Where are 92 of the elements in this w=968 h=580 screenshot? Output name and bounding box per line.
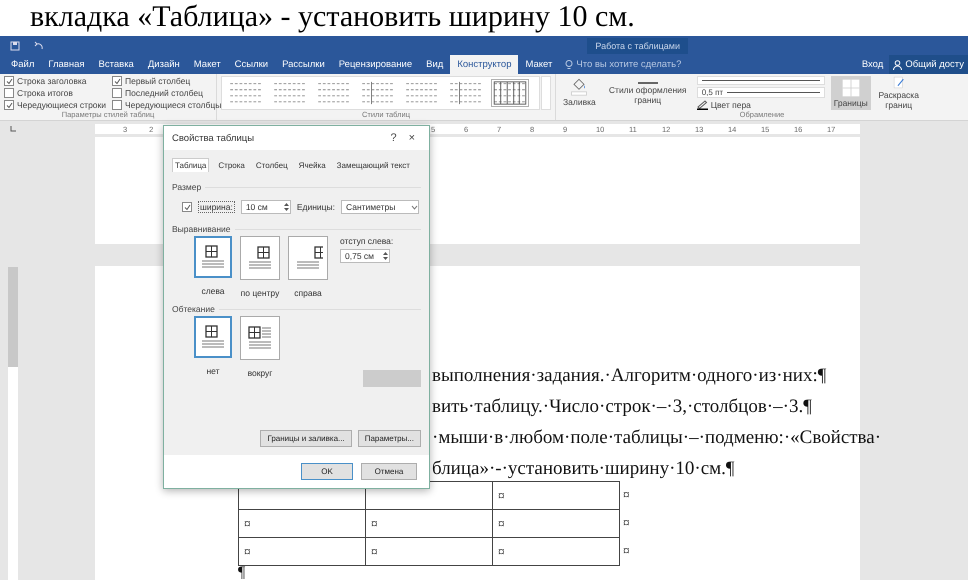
wrapping-option[interactable]: [194, 316, 232, 358]
line-style-dropdown[interactable]: [696, 76, 825, 85]
checkbox[interactable]: [4, 76, 14, 86]
checkbox[interactable]: [4, 100, 14, 110]
ok-button[interactable]: OK: [301, 463, 353, 480]
body-text-line: вить·таблицу.·Число·строк·–·3,·столбцов·–·3.¶: [432, 395, 812, 419]
tab-selector-icon[interactable]: [8, 125, 16, 133]
table-style-thumbnail[interactable]: [360, 80, 396, 106]
border-painter-button[interactable]: Раскраска границ: [876, 76, 921, 110]
indent-label: отступ слева:: [340, 236, 394, 246]
ribbon-tab[interactable]: Вставка: [92, 55, 141, 74]
undo-icon[interactable]: [34, 40, 44, 50]
gallery-scrollbar[interactable]: [541, 76, 551, 110]
row-end-mark: ¤: [623, 543, 630, 559]
alignment-option[interactable]: [194, 236, 232, 278]
spinner-icon[interactable]: [282, 201, 290, 213]
caption-text: вкладка «Таблица» - установить ширину 10 см.: [30, 0, 636, 34]
ribbon-tab[interactable]: Рассылки: [275, 55, 332, 74]
borders-shading-button[interactable]: Границы и заливка...: [260, 430, 352, 447]
dialog-tab[interactable]: Таблица: [172, 158, 210, 172]
close-button[interactable]: ×: [402, 132, 421, 144]
checkbox-label: Строка заголовка: [17, 76, 86, 86]
tell-me-field[interactable]: Что вы хотите сделать?: [576, 59, 682, 70]
ribbon-tab[interactable]: Рецензирование: [332, 55, 420, 74]
dialog-title: Свойства таблицы: [172, 132, 254, 144]
dialog-tab[interactable]: Столбец: [254, 158, 290, 172]
person-icon: [893, 60, 902, 70]
border-styles-button[interactable]: Стили оформления границ: [604, 76, 691, 110]
save-icon[interactable]: [10, 40, 20, 50]
wrapping-option[interactable]: [240, 316, 280, 360]
alignment-option[interactable]: [288, 236, 328, 280]
borders-button[interactable]: Границы: [830, 76, 871, 110]
checkbox-label: Строка итогов: [17, 88, 73, 98]
pen-icon: [696, 100, 708, 110]
checkbox[interactable]: [112, 76, 122, 86]
units-dropdown[interactable]: Сантиметры: [341, 200, 419, 214]
ribbon-tab[interactable]: Конструктор: [450, 55, 518, 74]
option-label: справа: [294, 288, 322, 298]
ribbon-tab[interactable]: Вид: [419, 55, 450, 74]
ribbon-tab[interactable]: Дизайн: [140, 55, 187, 74]
borders-icon: [840, 78, 861, 98]
section-label: Выравнивание: [172, 224, 231, 234]
table-cell: ¤: [492, 481, 620, 510]
alignment-option[interactable]: [240, 236, 280, 280]
body-text-line: блица»·-·установить·ширину·10·см.¶: [432, 457, 735, 481]
ribbon-tab[interactable]: Макет: [518, 55, 560, 74]
ribbon-tab[interactable]: Главная: [41, 55, 92, 74]
dialog-tab[interactable]: Ячейка: [296, 158, 328, 172]
context-tab-title: Работа с таблицами: [587, 38, 688, 54]
table-cell: ¤: [492, 537, 620, 566]
option-label: вокруг: [248, 368, 272, 378]
body-text-line: выполнения·задания.·Алгоритм·одного·из·них:¶: [432, 364, 826, 388]
checkbox-label: Последний столбец: [125, 88, 204, 98]
shading-button[interactable]: Заливка: [560, 76, 599, 110]
indent-field[interactable]: 0,75 см: [340, 249, 390, 263]
lightbulb-icon: [565, 60, 574, 70]
table-style-thumbnail[interactable]: [448, 80, 484, 106]
ribbon-tab[interactable]: Ссылки: [228, 55, 276, 74]
table-style-thumbnail[interactable]: [492, 80, 528, 106]
help-button[interactable]: ?: [384, 132, 403, 144]
option-label: слева: [201, 286, 225, 296]
ribbon-tab[interactable]: Макет: [186, 55, 228, 74]
table-cell: ¤: [238, 537, 366, 566]
dialog-tab[interactable]: Строка: [216, 158, 247, 172]
cancel-button[interactable]: Отмена: [361, 463, 417, 480]
section-label: Размер: [172, 182, 202, 192]
section-label: Обтекание: [172, 304, 215, 314]
checkbox-label: Чередующиеся строки: [17, 100, 106, 110]
paragraph-mark: ¶: [238, 565, 246, 580]
checkbox[interactable]: [182, 202, 192, 212]
checkbox-label: ширина:: [198, 201, 235, 213]
units-label: Единицы:: [296, 202, 335, 212]
width-field[interactable]: 10 см: [240, 200, 291, 214]
spinner-icon[interactable]: [382, 250, 389, 262]
checkbox[interactable]: [112, 100, 122, 110]
ribbon-tab[interactable]: Файл: [4, 55, 42, 74]
share-button[interactable]: Общий досту: [889, 55, 968, 74]
sign-in-link[interactable]: Вход: [862, 59, 884, 70]
option-label: по центру: [240, 288, 280, 298]
line-icon: [638, 82, 658, 84]
checkbox-label: Чередующиеся столбцы: [125, 100, 222, 110]
option-label: нет: [206, 366, 220, 376]
options-button[interactable]: Параметры...: [358, 430, 421, 447]
checkbox-label: Первый столбец: [125, 76, 190, 86]
body-text-line: ·мыши·в·любом·поле·таблицы·–·подменю:·«Свойства·: [432, 426, 882, 450]
row-end-mark: ¤: [623, 487, 630, 503]
pen-color-button[interactable]: Цвет пера: [696, 100, 825, 110]
dialog-tab[interactable]: Замещающий текст: [334, 158, 412, 172]
row-end-mark: ¤: [623, 515, 630, 531]
checkbox[interactable]: [4, 88, 14, 98]
line-weight-dropdown[interactable]: 0,5 пт: [696, 87, 825, 98]
checkbox[interactable]: [112, 88, 122, 98]
